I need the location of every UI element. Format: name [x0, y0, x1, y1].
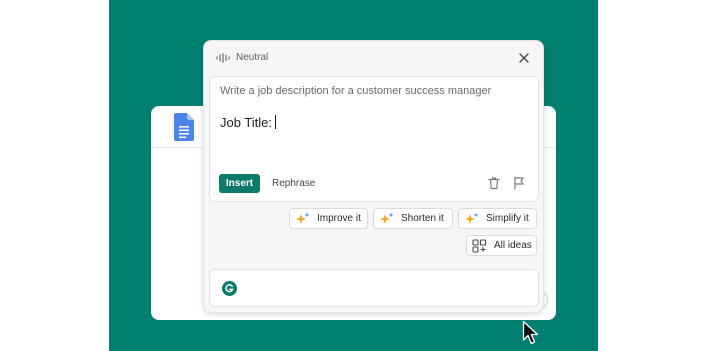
text-caret	[275, 115, 277, 129]
voice-waveform-icon	[216, 53, 230, 63]
grammarly-assistant-panel: Neutral Write a job description for a cu…	[203, 40, 544, 313]
chip-label: Improve it	[317, 213, 361, 224]
chip-label: All ideas	[494, 240, 532, 251]
assistant-header: Neutral	[204, 41, 543, 75]
close-icon[interactable]	[516, 50, 532, 66]
improve-it-chip[interactable]: Improve it	[289, 208, 368, 229]
insert-button[interactable]: Insert	[219, 174, 260, 193]
grid-plus-icon	[472, 239, 487, 253]
prompt-text: Write a job description for a customer s…	[220, 85, 492, 97]
sparkle-icon	[296, 212, 310, 224]
sparkle-icon	[465, 212, 479, 224]
chip-label: Shorten it	[401, 213, 444, 224]
all-ideas-chip[interactable]: All ideas	[466, 235, 537, 256]
google-docs-icon[interactable]	[174, 113, 194, 141]
chip-label: Simplify it	[486, 213, 529, 224]
draft-text[interactable]: Job Title:	[220, 115, 277, 130]
compose-card[interactable]: Write a job description for a customer s…	[209, 76, 539, 202]
flag-icon[interactable]	[512, 176, 526, 190]
rephrase-button[interactable]: Rephrase	[272, 174, 315, 193]
shorten-it-chip[interactable]: Shorten it	[373, 208, 453, 229]
mouse-cursor-icon	[522, 320, 539, 345]
sparkle-icon	[380, 212, 394, 224]
tone-label: Neutral	[236, 52, 269, 63]
trash-icon[interactable]	[487, 176, 501, 190]
draft-content: Job Title:	[220, 115, 273, 130]
assistant-input[interactable]	[209, 269, 539, 307]
simplify-it-chip[interactable]: Simplify it	[458, 208, 537, 229]
grammarly-logo-icon	[222, 281, 237, 296]
